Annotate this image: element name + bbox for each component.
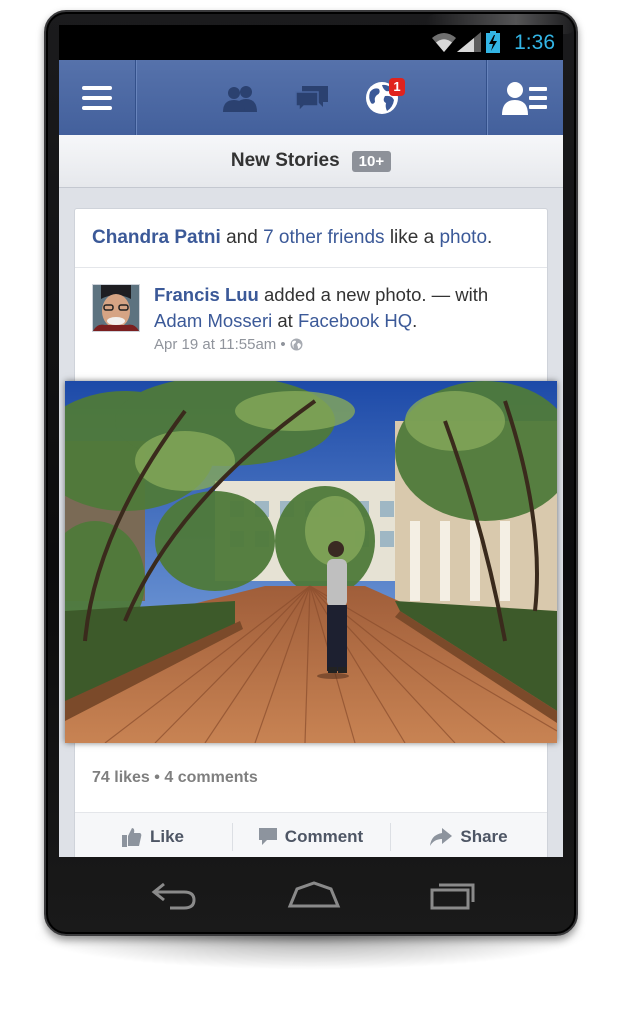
post-timestamp[interactable]: Apr 19 at 11:55am — [154, 336, 276, 353]
top-nav-bar: 1 — [59, 60, 563, 136]
friends-icon — [223, 85, 257, 112]
nav-separator — [135, 60, 136, 135]
comment-icon — [258, 827, 277, 845]
signal-icon — [457, 32, 481, 52]
back-button[interactable] — [129, 857, 219, 932]
summary-dot: • — [154, 769, 160, 786]
battery-charging-icon — [486, 31, 500, 53]
comments-count[interactable]: 4 comments — [164, 769, 257, 786]
avatar-portrait — [93, 285, 139, 331]
author-link[interactable]: Francis Luu — [154, 284, 259, 305]
place-link[interactable]: Facebook HQ — [298, 310, 412, 331]
post-photo[interactable] — [65, 381, 557, 743]
chat-list-button[interactable] — [487, 60, 563, 135]
notification-badge: 1 — [389, 78, 405, 96]
like-button[interactable]: Like — [75, 813, 231, 857]
header-connector: and — [226, 227, 258, 248]
status-clock: 1:36 — [514, 31, 555, 54]
share-button[interactable]: Share — [391, 813, 547, 857]
messages-icon — [295, 85, 328, 112]
friend-requests-button[interactable] — [219, 60, 261, 135]
post-at: at — [277, 310, 293, 331]
home-icon — [287, 880, 341, 907]
new-stories-count: 10+ — [351, 150, 392, 172]
header-action: like a — [389, 227, 435, 248]
story-header: Chandra Patni and 7 other friends like a… — [92, 227, 492, 249]
likes-comments-summary: 74 likes • 4 comments — [92, 769, 258, 787]
actor-link[interactable]: Chandra Patni — [92, 227, 221, 248]
recent-apps-button[interactable] — [409, 857, 499, 932]
post-action: added a new photo. — with — [264, 284, 489, 305]
other-friends-link[interactable]: 7 other friends — [263, 227, 384, 248]
header-end: . — [487, 227, 493, 248]
post-text: Francis Luu added a new photo. — with Ad… — [154, 282, 524, 334]
new-stories-bar[interactable]: New Stories 10+ — [59, 135, 563, 188]
comment-label: Comment — [284, 826, 364, 846]
card-divider — [75, 267, 547, 268]
tagged-friend-link[interactable]: Adam Mosseri — [154, 310, 272, 331]
photo-link[interactable]: photo — [439, 227, 487, 248]
chat-list-icon — [502, 81, 547, 115]
back-icon — [151, 882, 196, 909]
recent-apps-icon — [430, 883, 475, 909]
globe-public-icon — [290, 338, 303, 351]
comment-button[interactable]: Comment — [233, 813, 389, 857]
status-bar: 1:36 — [59, 25, 563, 60]
wifi-icon — [432, 33, 456, 52]
thumbs-up-icon — [121, 827, 142, 847]
share-label: Share — [460, 826, 508, 846]
post-end: . — [412, 310, 418, 331]
messages-button[interactable] — [291, 60, 333, 135]
likes-count[interactable]: 74 likes — [92, 769, 150, 786]
share-arrow-icon — [430, 827, 453, 846]
notifications-button[interactable] — [359, 60, 405, 135]
menu-button[interactable] — [59, 60, 135, 135]
avatar[interactable] — [92, 284, 140, 332]
hamburger-menu-icon — [82, 85, 112, 110]
post-meta: Apr 19 at 11:55am • — [154, 336, 303, 353]
story-actions: Like Comment Share — [75, 812, 547, 857]
meta-separator: • — [280, 336, 286, 353]
system-nav-bar — [59, 857, 563, 932]
phone-screen: 1:36 1 New Stories 10+ Chandra Patni and… — [59, 25, 563, 857]
like-label: Like — [149, 826, 185, 846]
new-stories-label: New Stories — [230, 150, 340, 171]
story-card: Chandra Patni and 7 other friends like a… — [65, 208, 557, 857]
home-button[interactable] — [269, 857, 359, 932]
